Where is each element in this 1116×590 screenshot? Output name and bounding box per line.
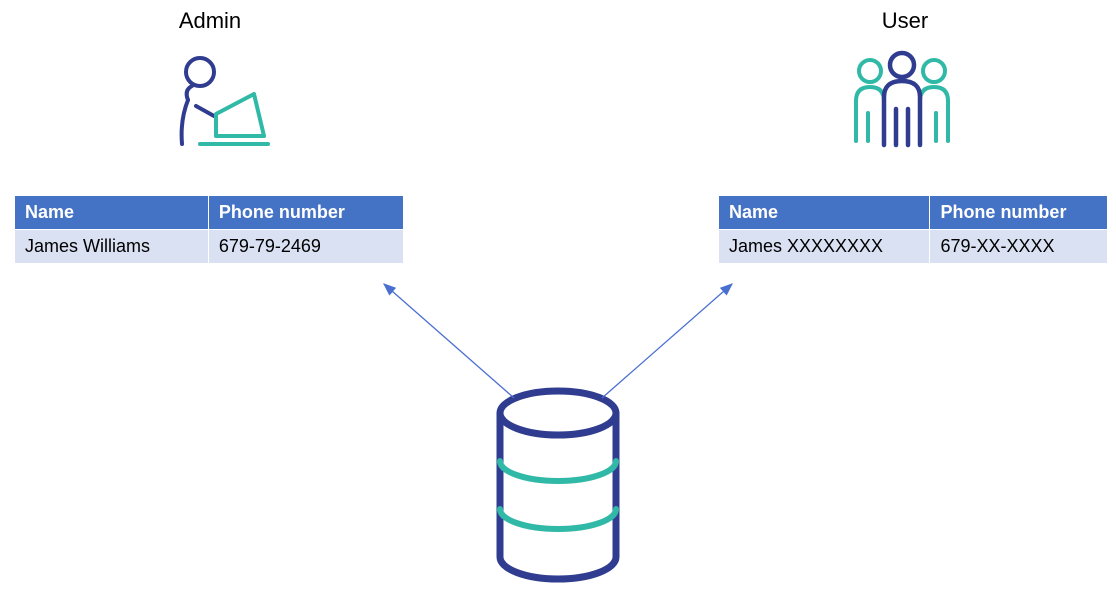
table-header-row: Name Phone number bbox=[15, 196, 404, 230]
database-icon bbox=[488, 385, 628, 590]
col-phone-header: Phone number bbox=[930, 196, 1108, 230]
table-row: James XXXXXXXX 679-XX-XXXX bbox=[719, 230, 1108, 264]
arrow-to-user bbox=[602, 284, 732, 398]
col-name-header: Name bbox=[15, 196, 209, 230]
cell-name: James XXXXXXXX bbox=[719, 230, 930, 264]
table-header-row: Name Phone number bbox=[719, 196, 1108, 230]
table-row: James Williams 679-79-2469 bbox=[15, 230, 404, 264]
user-data-table: Name Phone number James XXXXXXXX 679-XX-… bbox=[718, 195, 1108, 264]
cell-phone: 679-XX-XXXX bbox=[930, 230, 1108, 264]
admin-title: Admin bbox=[110, 8, 310, 34]
admin-data-table: Name Phone number James Williams 679-79-… bbox=[14, 195, 404, 264]
admin-at-laptop-icon bbox=[160, 50, 270, 165]
col-name-header: Name bbox=[719, 196, 930, 230]
arrow-to-admin bbox=[384, 284, 514, 398]
user-group-icon bbox=[842, 45, 962, 160]
col-phone-header: Phone number bbox=[208, 196, 403, 230]
user-title: User bbox=[805, 8, 1005, 34]
cell-name: James Williams bbox=[15, 230, 209, 264]
cell-phone: 679-79-2469 bbox=[208, 230, 403, 264]
